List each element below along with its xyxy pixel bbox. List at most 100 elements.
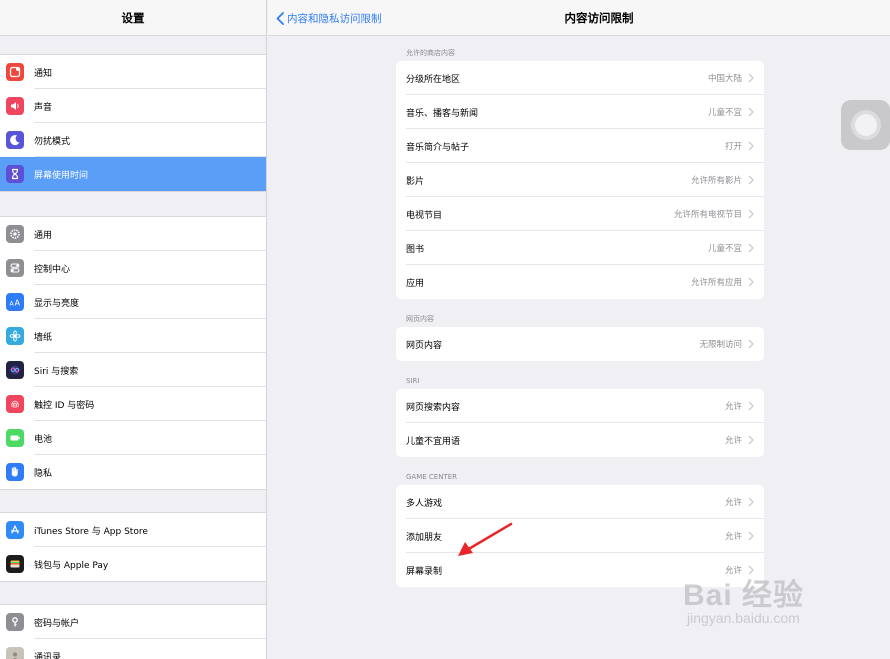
svg-text:A: A bbox=[15, 299, 21, 308]
gear-icon bbox=[6, 225, 24, 243]
watermark-url: jingyan.baidu.com bbox=[687, 610, 800, 626]
chevron-right-icon bbox=[748, 209, 754, 219]
sidebar-item-label: 通知 bbox=[34, 68, 53, 79]
row-label: 分级所在地区 bbox=[406, 74, 461, 85]
settings-row[interactable]: 儿童不宜用语 允许 bbox=[396, 423, 764, 457]
sidebar-item-contacts[interactable]: 通讯录 bbox=[0, 639, 266, 659]
settings-row[interactable]: 多人游戏 允许 bbox=[396, 485, 764, 519]
row-value: 打开 bbox=[724, 142, 742, 152]
sidebar-item-battery[interactable]: 电池 bbox=[0, 421, 266, 455]
sidebar-item-label: 声音 bbox=[34, 102, 53, 113]
annotation-arrow-icon bbox=[458, 522, 513, 556]
watermark: Bai 经验 jingyan.baidu.com bbox=[683, 570, 883, 640]
navigation-bar: 内容访问限制 内容和隐私访问限制 bbox=[268, 0, 890, 36]
app-store-icon bbox=[6, 521, 24, 539]
row-label: 儿童不宜用语 bbox=[406, 436, 461, 447]
sidebar-item-label: 电池 bbox=[34, 434, 53, 445]
settings-row[interactable]: 网页搜索内容 允许 bbox=[396, 389, 764, 423]
notification-icon bbox=[6, 63, 24, 81]
chevron-right-icon bbox=[748, 339, 754, 349]
section-header: SIRI bbox=[406, 377, 420, 385]
settings-group: 分级所在地区 中国大陆 音乐、播客与新闻 儿童不宜 音乐简介与帖子 打开 影片 允许所有影片电… bbox=[396, 61, 764, 299]
row-label: 图书 bbox=[406, 244, 425, 255]
settings-row[interactable]: 影片 允许所有影片 bbox=[396, 163, 764, 197]
sidebar-item-wallet[interactable]: 钱包与 Apple Pay bbox=[0, 547, 266, 581]
settings-row[interactable]: 图书 儿童不宜 bbox=[396, 231, 764, 265]
row-value: 儿童不宜 bbox=[707, 244, 742, 254]
row-label: 网页搜索内容 bbox=[406, 402, 461, 413]
row-label: 屏幕录制 bbox=[406, 566, 443, 577]
row-value: 允许 bbox=[724, 402, 742, 412]
sidebar-item-flower[interactable]: 墙纸 bbox=[0, 319, 266, 353]
row-value: 无限制访问 bbox=[699, 340, 742, 350]
watermark-brand: Bai 经验 bbox=[683, 579, 805, 612]
sidebar-item-hand[interactable]: 隐私 bbox=[0, 455, 266, 489]
fingerprint-icon bbox=[6, 395, 24, 413]
sidebar-item-label: 密码与帐户 bbox=[34, 618, 80, 629]
battery-icon bbox=[6, 429, 24, 447]
sidebar-item-label: iTunes Store 与 App Store bbox=[34, 526, 148, 537]
chevron-right-icon bbox=[748, 73, 754, 83]
sidebar-item-toggles[interactable]: 控制中心 bbox=[0, 251, 266, 285]
settings-row[interactable]: 应用 允许所有应用 bbox=[396, 265, 764, 299]
sidebar-item-text-size[interactable]: A A 显示与亮度 bbox=[0, 285, 266, 319]
sidebar-item-gear[interactable]: 通用 bbox=[0, 217, 266, 251]
row-label: 音乐简介与帖子 bbox=[406, 142, 470, 153]
chevron-right-icon bbox=[748, 277, 754, 287]
sidebar-item-label: Siri 与搜索 bbox=[34, 366, 79, 377]
section-header: 允许的商店内容 bbox=[406, 49, 455, 57]
row-label: 应用 bbox=[406, 278, 425, 289]
chevron-right-icon bbox=[748, 401, 754, 411]
row-value: 允许所有影片 bbox=[690, 176, 742, 186]
toggles-icon bbox=[6, 259, 24, 277]
settings-row[interactable]: 音乐、播客与新闻 儿童不宜 bbox=[396, 95, 764, 129]
row-label: 多人游戏 bbox=[406, 498, 443, 509]
sidebar-item-sound[interactable]: 声音 bbox=[0, 89, 266, 123]
row-value: 允许 bbox=[724, 532, 742, 542]
sidebar-item-label: 触控 ID 与密码 bbox=[34, 400, 95, 411]
settings-row[interactable]: 网页内容 无限制访问 bbox=[396, 327, 764, 361]
sidebar-item-label: 通讯录 bbox=[34, 652, 62, 659]
settings-row[interactable]: 分级所在地区 中国大陆 bbox=[396, 61, 764, 95]
row-label: 音乐、播客与新闻 bbox=[406, 108, 479, 119]
chevron-right-icon bbox=[748, 243, 754, 253]
sidebar-group: iTunes Store 与 App Store 钱包与 Apple Pay bbox=[0, 512, 266, 582]
sidebar-item-key[interactable]: 密码与帐户 bbox=[0, 605, 266, 639]
chevron-right-icon bbox=[748, 141, 754, 151]
sidebar-item-label: 显示与亮度 bbox=[34, 298, 80, 309]
settings-row[interactable]: 音乐简介与帖子 打开 bbox=[396, 129, 764, 163]
moon-icon bbox=[6, 131, 24, 149]
settings-group: 网页搜索内容 允许 儿童不宜用语 允许 bbox=[396, 389, 764, 457]
sound-icon bbox=[6, 97, 24, 115]
siri-icon bbox=[6, 361, 24, 379]
sidebar-title: 设置 bbox=[0, 0, 266, 36]
key-icon bbox=[6, 613, 24, 631]
sidebar-item-label: 通用 bbox=[34, 230, 53, 241]
chevron-right-icon bbox=[748, 435, 754, 445]
back-button-label: 内容和隐私访问限制 bbox=[287, 12, 382, 25]
row-value: 中国大陆 bbox=[707, 74, 742, 84]
row-label: 影片 bbox=[406, 176, 425, 187]
sidebar-item-moon[interactable]: 勿扰模式 bbox=[0, 123, 266, 157]
assistive-touch-icon bbox=[850, 110, 881, 140]
sidebar-item-app-store[interactable]: iTunes Store 与 App Store bbox=[0, 513, 266, 547]
contacts-icon bbox=[6, 647, 24, 659]
assistive-touch-button[interactable] bbox=[841, 100, 890, 150]
flower-icon bbox=[6, 327, 24, 345]
sidebar-item-label: 控制中心 bbox=[34, 264, 71, 275]
sidebar-item-label: 屏幕使用时间 bbox=[34, 170, 89, 181]
hourglass-icon bbox=[6, 165, 24, 183]
chevron-right-icon bbox=[748, 175, 754, 185]
back-button[interactable]: 内容和隐私访问限制 bbox=[276, 0, 382, 36]
sidebar-item-hourglass[interactable]: 屏幕使用时间 bbox=[0, 157, 266, 191]
settings-row[interactable]: 添加朋友 允许 bbox=[396, 519, 764, 553]
sidebar-item-notification[interactable]: 通知 bbox=[0, 55, 266, 89]
sidebar-item-label: 墙纸 bbox=[34, 332, 53, 343]
chevron-left-icon bbox=[276, 11, 284, 25]
chevron-right-icon bbox=[748, 107, 754, 117]
settings-row[interactable]: 电视节目 允许所有电视节目 bbox=[396, 197, 764, 231]
sidebar-item-fingerprint[interactable]: 触控 ID 与密码 bbox=[0, 387, 266, 421]
row-value: 儿童不宜 bbox=[707, 108, 742, 118]
sidebar-item-siri[interactable]: Siri 与搜索 bbox=[0, 353, 266, 387]
hand-icon bbox=[6, 463, 24, 481]
